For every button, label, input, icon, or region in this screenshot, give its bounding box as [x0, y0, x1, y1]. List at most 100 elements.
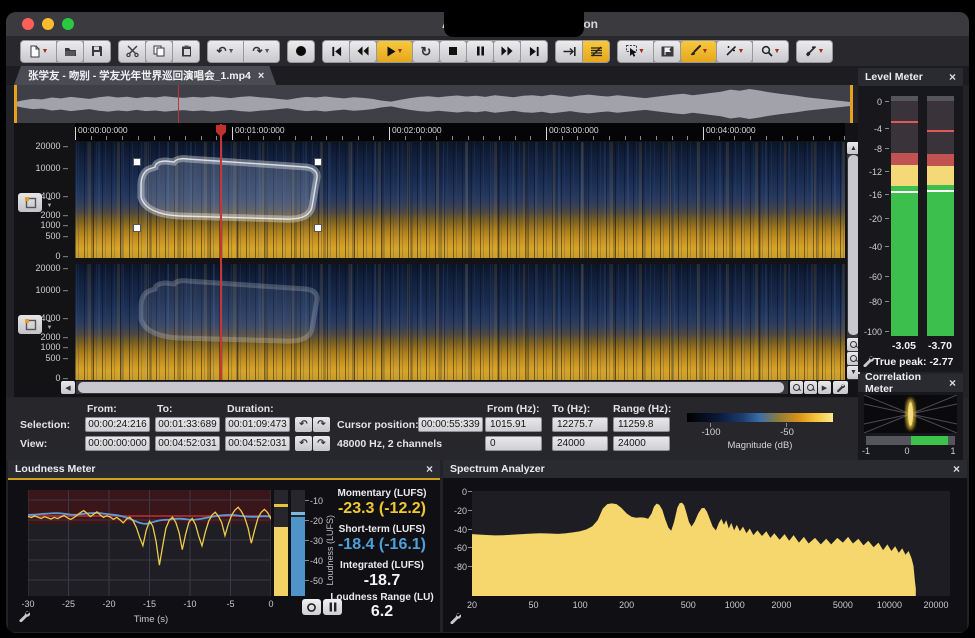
spectrum-x-tick: 20000 — [922, 600, 950, 610]
level-meter-settings-button[interactable] — [862, 355, 874, 367]
spectrum-chart — [472, 491, 950, 596]
view-duration-field[interactable] — [225, 436, 290, 451]
view-to-field[interactable] — [155, 436, 220, 451]
spinner-down-icon[interactable]: ▼ — [47, 203, 53, 209]
close-panel-icon[interactable]: × — [949, 376, 956, 390]
save-file-button[interactable] — [84, 41, 110, 62]
spinner-down-icon[interactable]: ▼ — [47, 325, 53, 331]
dropdown-arrow-icon[interactable]: ▼ — [42, 48, 49, 55]
time-selection-tool-button[interactable] — [654, 41, 680, 62]
view-to-hz-field[interactable] — [552, 436, 608, 451]
cursor-position-field[interactable] — [418, 417, 483, 432]
brush-tool-button[interactable]: ▼ — [681, 41, 716, 62]
fast-forward-button[interactable] — [494, 41, 520, 62]
view-start-marker[interactable] — [14, 85, 17, 123]
pause-icon — [476, 46, 485, 56]
level-meter-title-bar: Level Meter × — [858, 68, 963, 86]
dropdown-arrow-icon[interactable]: ▼ — [638, 48, 645, 55]
spectral-view-button[interactable] — [583, 41, 609, 62]
view-range-hz-field[interactable] — [613, 436, 670, 451]
undo-button[interactable]: ↶▼ — [208, 41, 243, 62]
close-panel-icon[interactable]: × — [426, 462, 433, 476]
dropdown-arrow-icon[interactable]: ▼ — [702, 48, 709, 55]
time-ruler[interactable]: 00:00:00:00000:01:00:00000:02:00:00000:0… — [75, 123, 845, 141]
channel-1-spinner[interactable]: ▲▼ — [45, 193, 54, 212]
healing-tool-button[interactable]: ▼ — [797, 41, 832, 62]
spectrogram-channel-2[interactable] — [75, 264, 845, 380]
close-panel-icon[interactable]: × — [953, 462, 960, 476]
open-file-button[interactable] — [57, 41, 83, 62]
spinner-up-icon[interactable]: ▲ — [47, 318, 53, 324]
minimize-window-button[interactable] — [42, 18, 54, 30]
spinner-up-icon[interactable]: ▲ — [47, 196, 53, 202]
pause-button[interactable] — [467, 41, 493, 62]
play-button[interactable]: ▼ — [377, 41, 412, 62]
dropdown-arrow-icon[interactable]: ▼ — [774, 48, 781, 55]
loudness-y-tick: -50 — [310, 576, 323, 586]
zoom-in-time-button[interactable] — [790, 381, 803, 394]
zoom-out-time-button[interactable] — [804, 381, 817, 394]
dropdown-arrow-icon[interactable]: ▼ — [397, 48, 404, 55]
zoom-window-button[interactable] — [62, 18, 74, 30]
record-button[interactable] — [288, 41, 314, 62]
playhead-marker[interactable] — [215, 124, 227, 138]
selection-tool-button[interactable]: ▼ — [618, 41, 653, 62]
rewind-icon — [357, 46, 369, 56]
fit-to-window-button[interactable] — [556, 41, 582, 62]
editor-settings-button[interactable] — [833, 381, 848, 394]
channel-2-options-button[interactable] — [18, 315, 42, 334]
new-file-button[interactable]: ▼ — [21, 41, 56, 62]
range-hz-field[interactable] — [613, 417, 670, 432]
from-hz-field[interactable] — [485, 417, 542, 432]
view-redo-button[interactable]: ↷ — [313, 436, 330, 451]
magic-wand-tool-button[interactable]: ▼ — [717, 41, 752, 62]
left-peak-readout: -3.05 — [887, 340, 921, 352]
view-end-marker[interactable] — [850, 85, 853, 123]
loudness-settings-button[interactable] — [18, 610, 30, 622]
copy-button[interactable] — [146, 41, 172, 62]
dropdown-arrow-icon[interactable]: ▼ — [738, 48, 745, 55]
view-from-hz-field[interactable] — [485, 436, 542, 451]
rewind-button[interactable] — [350, 41, 376, 62]
paste-button[interactable] — [173, 41, 199, 62]
scroll-right-button[interactable]: ▶ — [818, 381, 831, 394]
loudness-reset-button[interactable] — [302, 599, 321, 615]
tab-close-icon[interactable]: × — [258, 70, 264, 82]
horizontal-scrollbar[interactable]: ◀ ▶ — [61, 381, 861, 395]
document-tab[interactable]: 张学友 - 吻别 - 学友光年世界巡回演唱会_1.mp4 × — [14, 66, 276, 85]
loudness-pause-button[interactable] — [323, 599, 342, 615]
play-icon — [386, 46, 396, 57]
view-from-field[interactable] — [85, 436, 150, 451]
view-undo-button[interactable]: ↶ — [295, 436, 312, 451]
close-panel-icon[interactable]: × — [949, 70, 956, 84]
ruler-minor-tick — [766, 136, 767, 140]
selection-to-field[interactable] — [155, 417, 220, 432]
channel-2-spinner[interactable]: ▲▼ — [45, 315, 54, 334]
selection-duration-field[interactable] — [225, 417, 290, 432]
selection-undo-button[interactable]: ↶ — [295, 417, 312, 432]
scroll-left-button[interactable]: ◀ — [61, 381, 75, 394]
selection-from-field[interactable] — [85, 417, 150, 432]
stop-button[interactable] — [440, 41, 466, 62]
dropdown-arrow-icon[interactable]: ▼ — [264, 48, 271, 55]
dropdown-arrow-icon[interactable]: ▼ — [228, 48, 235, 55]
cut-button[interactable] — [119, 41, 145, 62]
to-hz-field[interactable] — [552, 417, 608, 432]
momentary-label: Momentary (LUFS) — [328, 488, 436, 499]
dropdown-arrow-icon[interactable]: ▼ — [818, 48, 825, 55]
spectrogram-channel-1[interactable] — [75, 142, 845, 258]
close-window-button[interactable] — [22, 18, 34, 30]
channel-1-options-button[interactable] — [18, 193, 42, 212]
redo-icon: ↷ — [253, 45, 263, 57]
zoom-tool-button[interactable]: ▼ — [753, 41, 788, 62]
waveform-overview[interactable] — [14, 85, 853, 123]
go-to-end-button[interactable] — [521, 41, 547, 62]
loop-playback-button[interactable]: ↻ — [413, 41, 439, 62]
horizontal-scrollbar-thumb[interactable] — [78, 382, 784, 393]
redo-button[interactable]: ↷▼ — [244, 41, 279, 62]
spectrum-settings-button[interactable] — [449, 612, 461, 624]
playhead-cursor[interactable] — [220, 124, 222, 380]
go-to-start-button[interactable] — [323, 41, 349, 62]
level-tick-label: -8 — [860, 144, 882, 154]
selection-redo-button[interactable]: ↷ — [313, 417, 330, 432]
